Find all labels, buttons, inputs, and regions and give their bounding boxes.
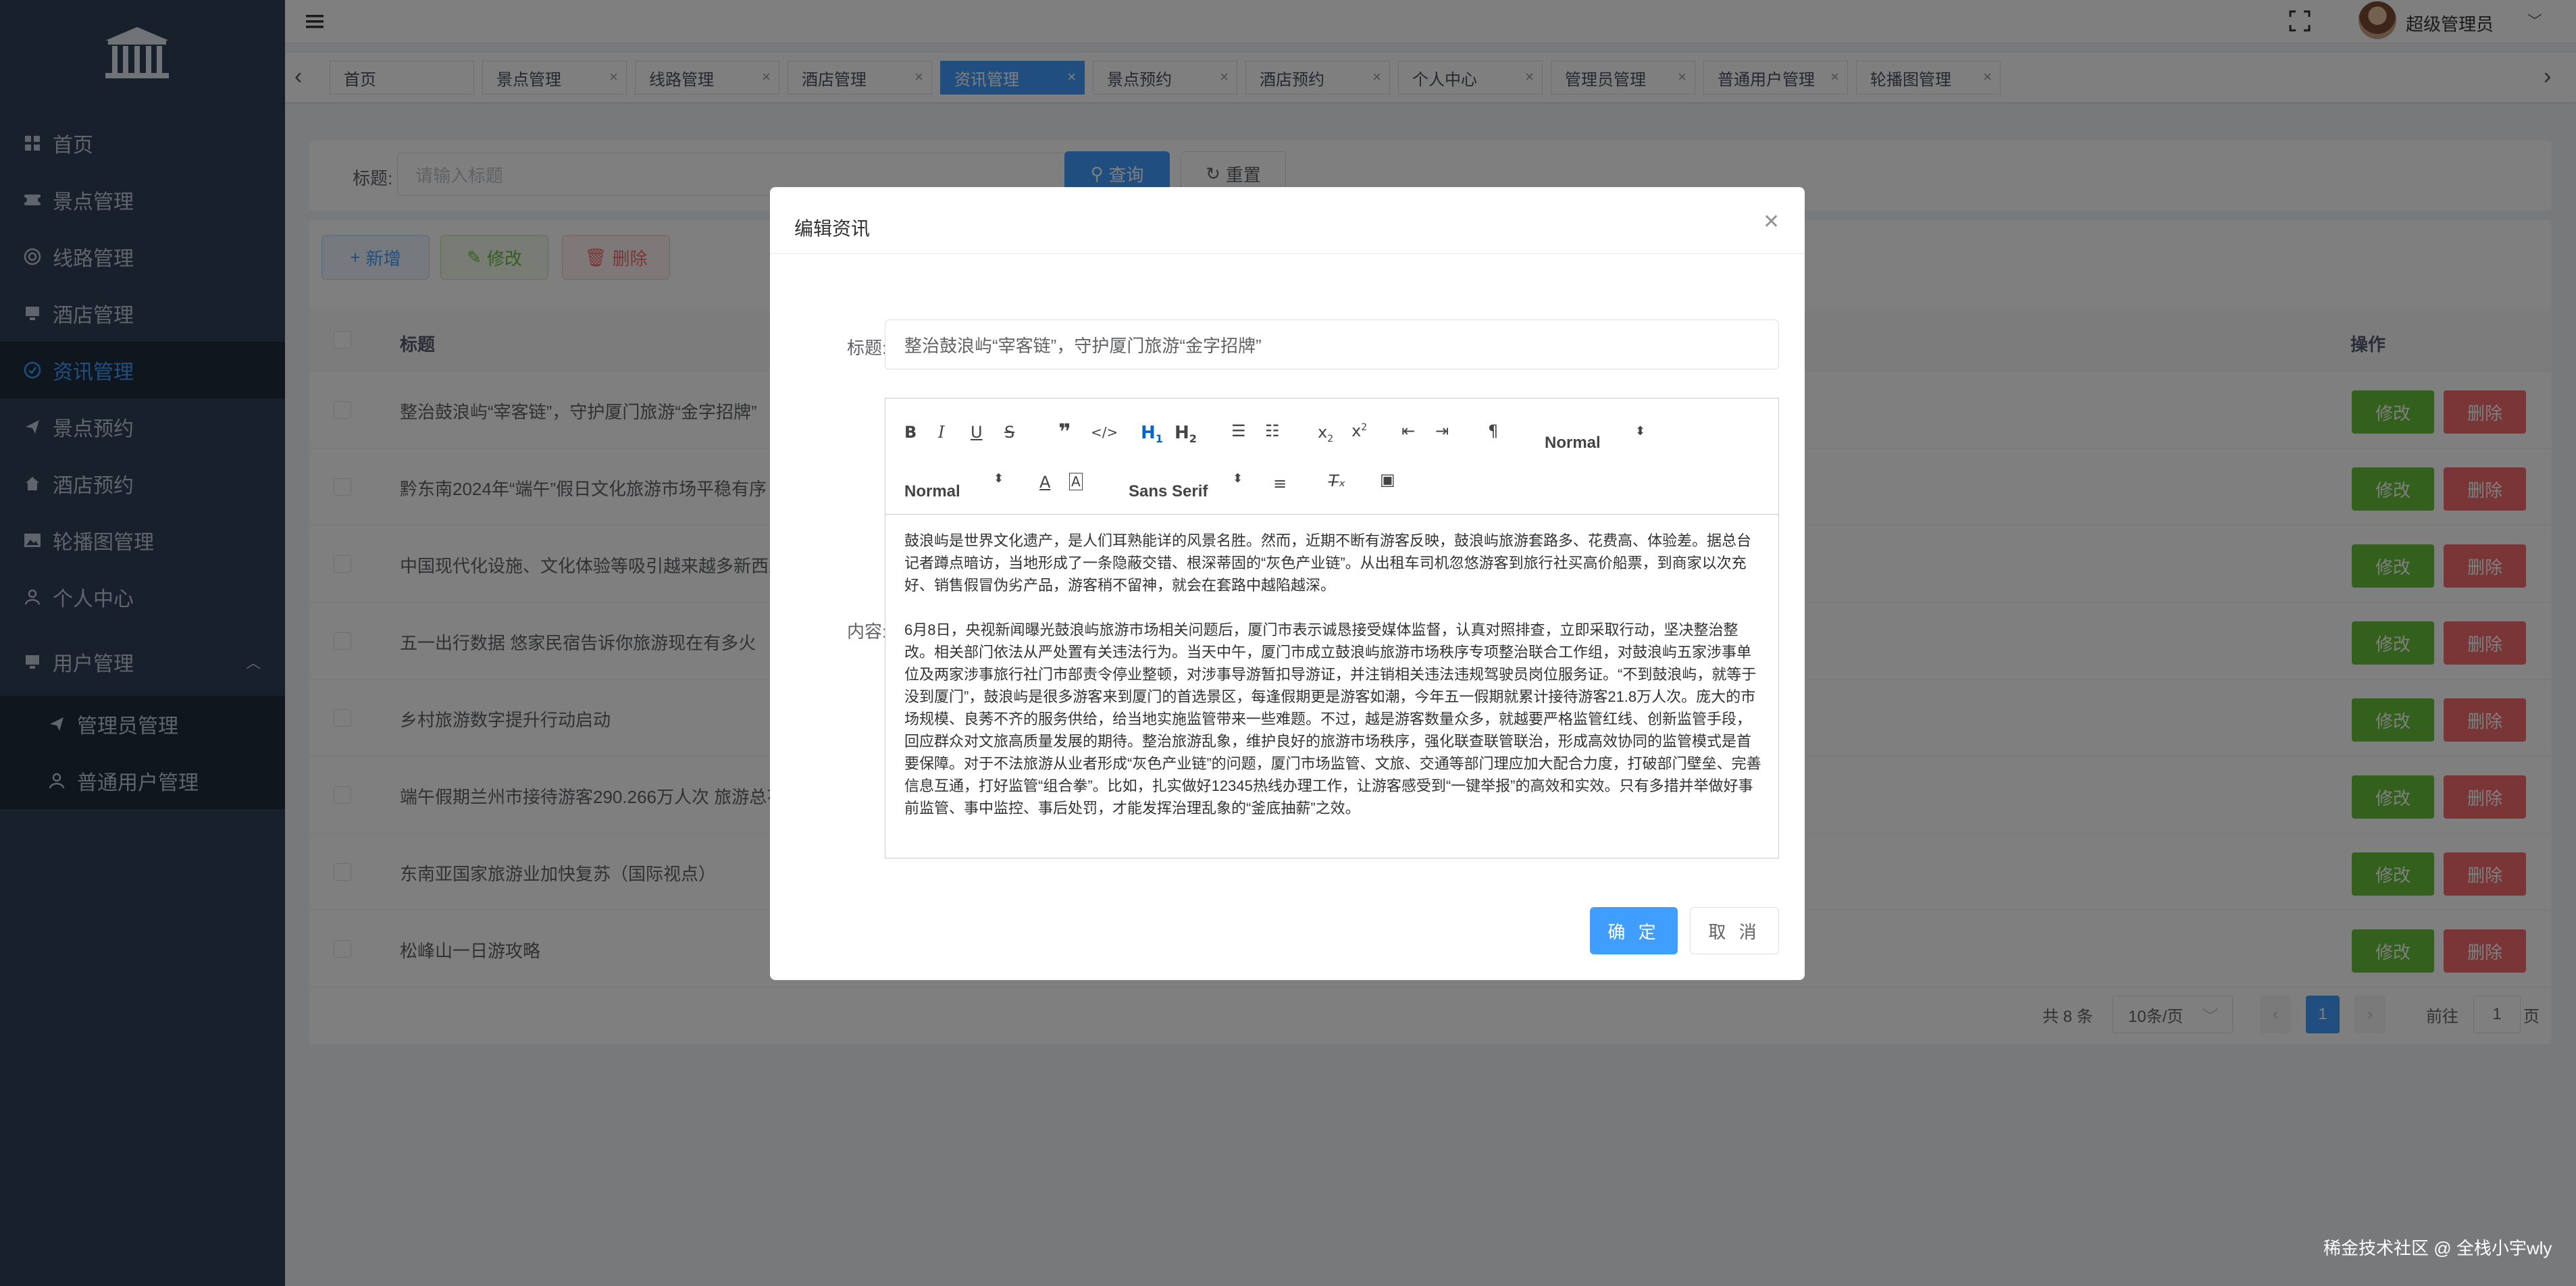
outdent-icon[interactable]: ⇤ (1401, 421, 1415, 440)
rich-text-editor: B I U S ❞ </> H1 H2 ☰ ☷ x2 x2 ⇤ ⇥ ¶ Norm… (885, 398, 1779, 858)
editor-content[interactable]: 鼓浪屿是世界文化遗产，是人们耳熟能详的风景名胜。然而，近期不断有游客反映，鼓浪屿… (904, 530, 1762, 819)
align-icon[interactable]: ≡ (1273, 474, 1287, 493)
sort-caret-icon: ⬍ (1233, 471, 1243, 485)
edit-news-dialog: 编辑资讯 ✕ 标题: 整治鼓浪屿“宰客链”，守护厦门旅游“金字招牌” 内容: B… (770, 187, 1805, 980)
dialog-title: 编辑资讯 (794, 218, 871, 239)
header-1-icon[interactable]: H1 (1141, 423, 1163, 445)
underline-icon[interactable]: U (971, 423, 983, 442)
title-label: 标题: (847, 338, 887, 358)
indent-icon[interactable]: ⇥ (1435, 421, 1449, 440)
sort-caret-icon: ⬍ (1635, 424, 1646, 438)
superscript-icon[interactable]: x2 (1351, 421, 1367, 440)
background-color-icon[interactable]: A (1069, 473, 1083, 490)
font-picker[interactable]: Sans Serif (1129, 482, 1208, 501)
clear-format-icon[interactable]: T̶ₓ (1329, 471, 1345, 490)
code-block-icon[interactable]: </> (1091, 424, 1118, 440)
header-picker[interactable]: Normal (1545, 434, 1601, 453)
font-color-icon[interactable]: A (1039, 473, 1050, 492)
ordered-list-icon[interactable]: ☰ (1231, 421, 1246, 440)
close-icon[interactable]: ✕ (1763, 210, 1780, 234)
confirm-button[interactable]: 确 定 (1590, 907, 1678, 954)
size-picker[interactable]: Normal (904, 482, 960, 501)
blockquote-icon[interactable]: ❞ (1058, 419, 1071, 444)
sort-caret-icon: ⬍ (994, 471, 1004, 485)
content-paragraph: 6月8日，央视新闻曝光鼓浪屿旅游市场相关问题后，厦门市表示诚恳接受媒体监督，认真… (904, 621, 1761, 817)
image-icon[interactable]: ▣ (1380, 470, 1395, 489)
content-paragraph: 鼓浪屿是世界文化遗产，是人们耳熟能详的风景名胜。然而，近期不断有游客反映，鼓浪屿… (904, 532, 1752, 594)
strike-icon[interactable]: S (1004, 423, 1014, 442)
watermark: 稀金技术社区 @ 全栈小宇wly (2323, 1238, 2552, 1258)
header-2-icon[interactable]: H2 (1175, 423, 1197, 445)
title-value: 整治鼓浪屿“宰客链”，守护厦门旅游“金字招牌” (904, 335, 1262, 356)
editor-toolbar: B I U S ❞ </> H1 H2 ☰ ☷ x2 x2 ⇤ ⇥ ¶ Norm… (885, 398, 1778, 515)
text-direction-icon[interactable]: ¶ (1488, 421, 1498, 440)
divider (770, 253, 1805, 254)
bullet-list-icon[interactable]: ☷ (1265, 421, 1280, 440)
bold-icon[interactable]: B (904, 423, 917, 442)
cancel-button[interactable]: 取 消 (1690, 907, 1779, 954)
content-label: 内容: (847, 621, 887, 642)
subscript-icon[interactable]: x2 (1318, 423, 1333, 444)
title-input[interactable]: 整治鼓浪屿“宰客链”，守护厦门旅游“金字招牌” (885, 319, 1779, 369)
italic-icon[interactable]: I (938, 423, 944, 442)
